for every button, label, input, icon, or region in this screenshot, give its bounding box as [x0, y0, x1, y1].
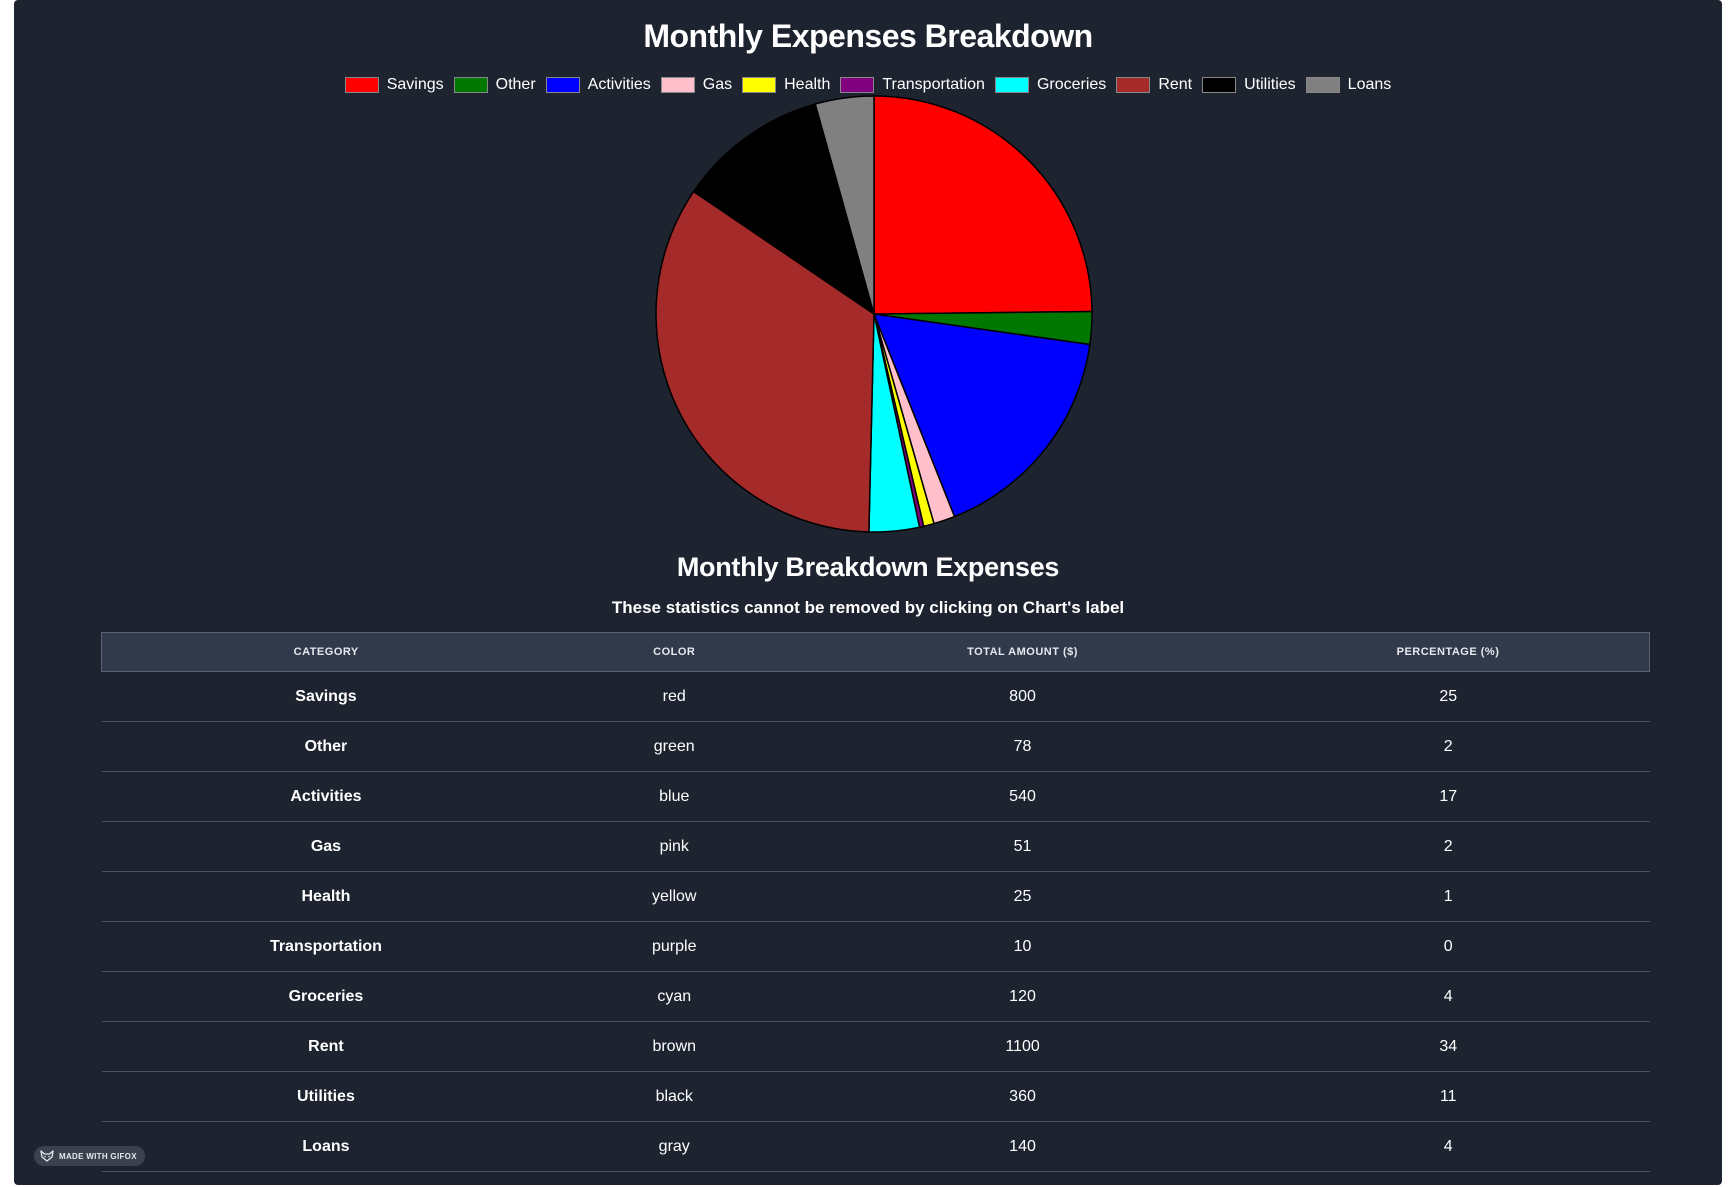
- header-color: COLOR: [550, 632, 799, 672]
- cell-amount: 540: [798, 771, 1247, 822]
- header-category: CATEGORY: [101, 632, 551, 672]
- cell-category: Other: [101, 721, 551, 772]
- cell-color: cyan: [550, 971, 799, 1022]
- cell-amount: 140: [798, 1121, 1247, 1172]
- legend-swatch: [840, 77, 875, 93]
- pie-chart: [655, 95, 1093, 533]
- cell-percentage: 25: [1246, 671, 1650, 722]
- cell-percentage: 2: [1246, 821, 1650, 872]
- table-row: Other green 78 2: [101, 721, 1650, 772]
- legend-label: Transportation: [882, 76, 985, 93]
- legend-item-transportation[interactable]: Transportation: [840, 76, 985, 94]
- table-subtitle: These statistics cannot be removed by cl…: [611, 598, 1125, 617]
- cell-amount: 120: [798, 971, 1247, 1022]
- cell-color: blue: [550, 771, 799, 822]
- cell-color: pink: [550, 821, 799, 872]
- cell-amount: 25: [798, 871, 1247, 922]
- legend-item-utilities[interactable]: Utilities: [1202, 76, 1296, 94]
- legend-swatch: [994, 77, 1029, 93]
- table-title: Monthly Breakdown Expenses: [676, 552, 1060, 582]
- legend-item-savings[interactable]: Savings: [344, 76, 444, 94]
- cell-amount: 10: [798, 921, 1247, 972]
- legend-label: Loans: [1347, 76, 1392, 93]
- table-row: Rent brown 1100 34: [101, 1021, 1650, 1072]
- cell-percentage: 4: [1246, 971, 1650, 1022]
- legend-swatch: [1202, 77, 1237, 93]
- legend-swatch: [1305, 77, 1340, 93]
- legend-label: Other: [495, 76, 536, 93]
- legend-item-activities[interactable]: Activities: [545, 76, 651, 94]
- legend-swatch: [660, 77, 695, 93]
- legend-swatch: [453, 77, 488, 93]
- legend-item-gas[interactable]: Gas: [660, 76, 733, 94]
- cell-amount: 800: [798, 671, 1247, 722]
- cell-percentage: 17: [1246, 771, 1650, 822]
- legend-swatch: [742, 77, 777, 93]
- table-row: Activities blue 540 17: [101, 771, 1650, 822]
- cell-color: red: [550, 671, 799, 722]
- legend-label: Gas: [702, 76, 733, 93]
- header-percentage: PERCENTAGE (%): [1246, 632, 1650, 672]
- cell-color: gray: [550, 1121, 799, 1172]
- legend-label: Health: [784, 76, 831, 93]
- cell-color: yellow: [550, 871, 799, 922]
- cell-category: Rent: [101, 1021, 551, 1072]
- pie-slice-savings[interactable]: [873, 95, 1093, 315]
- gifox-badge[interactable]: MADE WITH GIFOX: [34, 1146, 145, 1166]
- table-row: Transportation purple 10 0: [101, 921, 1650, 972]
- cell-color: green: [550, 721, 799, 772]
- cell-category: Activities: [101, 771, 551, 822]
- cell-category: Savings: [101, 671, 551, 722]
- legend-label: Rent: [1158, 76, 1193, 93]
- cell-category: Utilities: [101, 1071, 551, 1122]
- cell-percentage: 34: [1246, 1021, 1650, 1072]
- table-row: Gas pink 51 2: [101, 821, 1650, 872]
- cell-color: purple: [550, 921, 799, 972]
- cell-category: Transportation: [101, 921, 551, 972]
- cell-percentage: 4: [1246, 1121, 1650, 1172]
- expenses-table: CATEGORY COLOR TOTAL AMOUNT ($) PERCENTA…: [101, 632, 1650, 1172]
- header-total-amount: TOTAL AMOUNT ($): [798, 632, 1247, 672]
- legend-item-groceries[interactable]: Groceries: [994, 76, 1107, 94]
- table-row: Utilities black 360 11: [101, 1071, 1650, 1122]
- cell-percentage: 1: [1246, 871, 1650, 922]
- legend-swatch: [1116, 77, 1151, 93]
- chart-title: Monthly Expenses Breakdown: [643, 18, 1093, 54]
- chart-legend: Savings Other Activities Gas Health Transport…: [14, 76, 1722, 94]
- cell-amount: 51: [798, 821, 1247, 872]
- cell-category: Health: [101, 871, 551, 922]
- table-header-row: CATEGORY COLOR TOTAL AMOUNT ($) PERCENTA…: [101, 632, 1650, 672]
- badge-label: MADE WITH GIFOX: [59, 1151, 137, 1161]
- legend-label: Utilities: [1244, 76, 1296, 93]
- legend-label: Activities: [587, 76, 651, 93]
- cell-color: black: [550, 1071, 799, 1122]
- legend-swatch: [344, 77, 379, 93]
- cell-category: Groceries: [101, 971, 551, 1022]
- fox-icon: [40, 1150, 54, 1162]
- legend-item-rent[interactable]: Rent: [1116, 76, 1192, 94]
- cell-color: brown: [550, 1021, 799, 1072]
- legend-swatch: [545, 77, 580, 93]
- chart-panel: Monthly Expenses Breakdown Savings Other A…: [14, 0, 1722, 1185]
- legend-label: Savings: [386, 76, 444, 93]
- table-row: Savings red 800 25: [101, 671, 1650, 722]
- table-row: Groceries cyan 120 4: [101, 971, 1650, 1022]
- table-row: Health yellow 25 1: [101, 871, 1650, 922]
- legend-item-health[interactable]: Health: [742, 76, 830, 94]
- legend-label: Groceries: [1036, 76, 1107, 93]
- cell-percentage: 11: [1246, 1071, 1650, 1122]
- cell-amount: 78: [798, 721, 1247, 772]
- cell-percentage: 0: [1246, 921, 1650, 972]
- cell-category: Loans: [101, 1121, 551, 1172]
- legend-item-loans[interactable]: Loans: [1305, 76, 1392, 94]
- legend-item-other[interactable]: Other: [453, 76, 536, 94]
- cell-amount: 360: [798, 1071, 1247, 1122]
- table-row: Loans gray 140 4: [101, 1121, 1650, 1172]
- cell-percentage: 2: [1246, 721, 1650, 772]
- cell-amount: 1100: [798, 1021, 1247, 1072]
- cell-category: Gas: [101, 821, 551, 872]
